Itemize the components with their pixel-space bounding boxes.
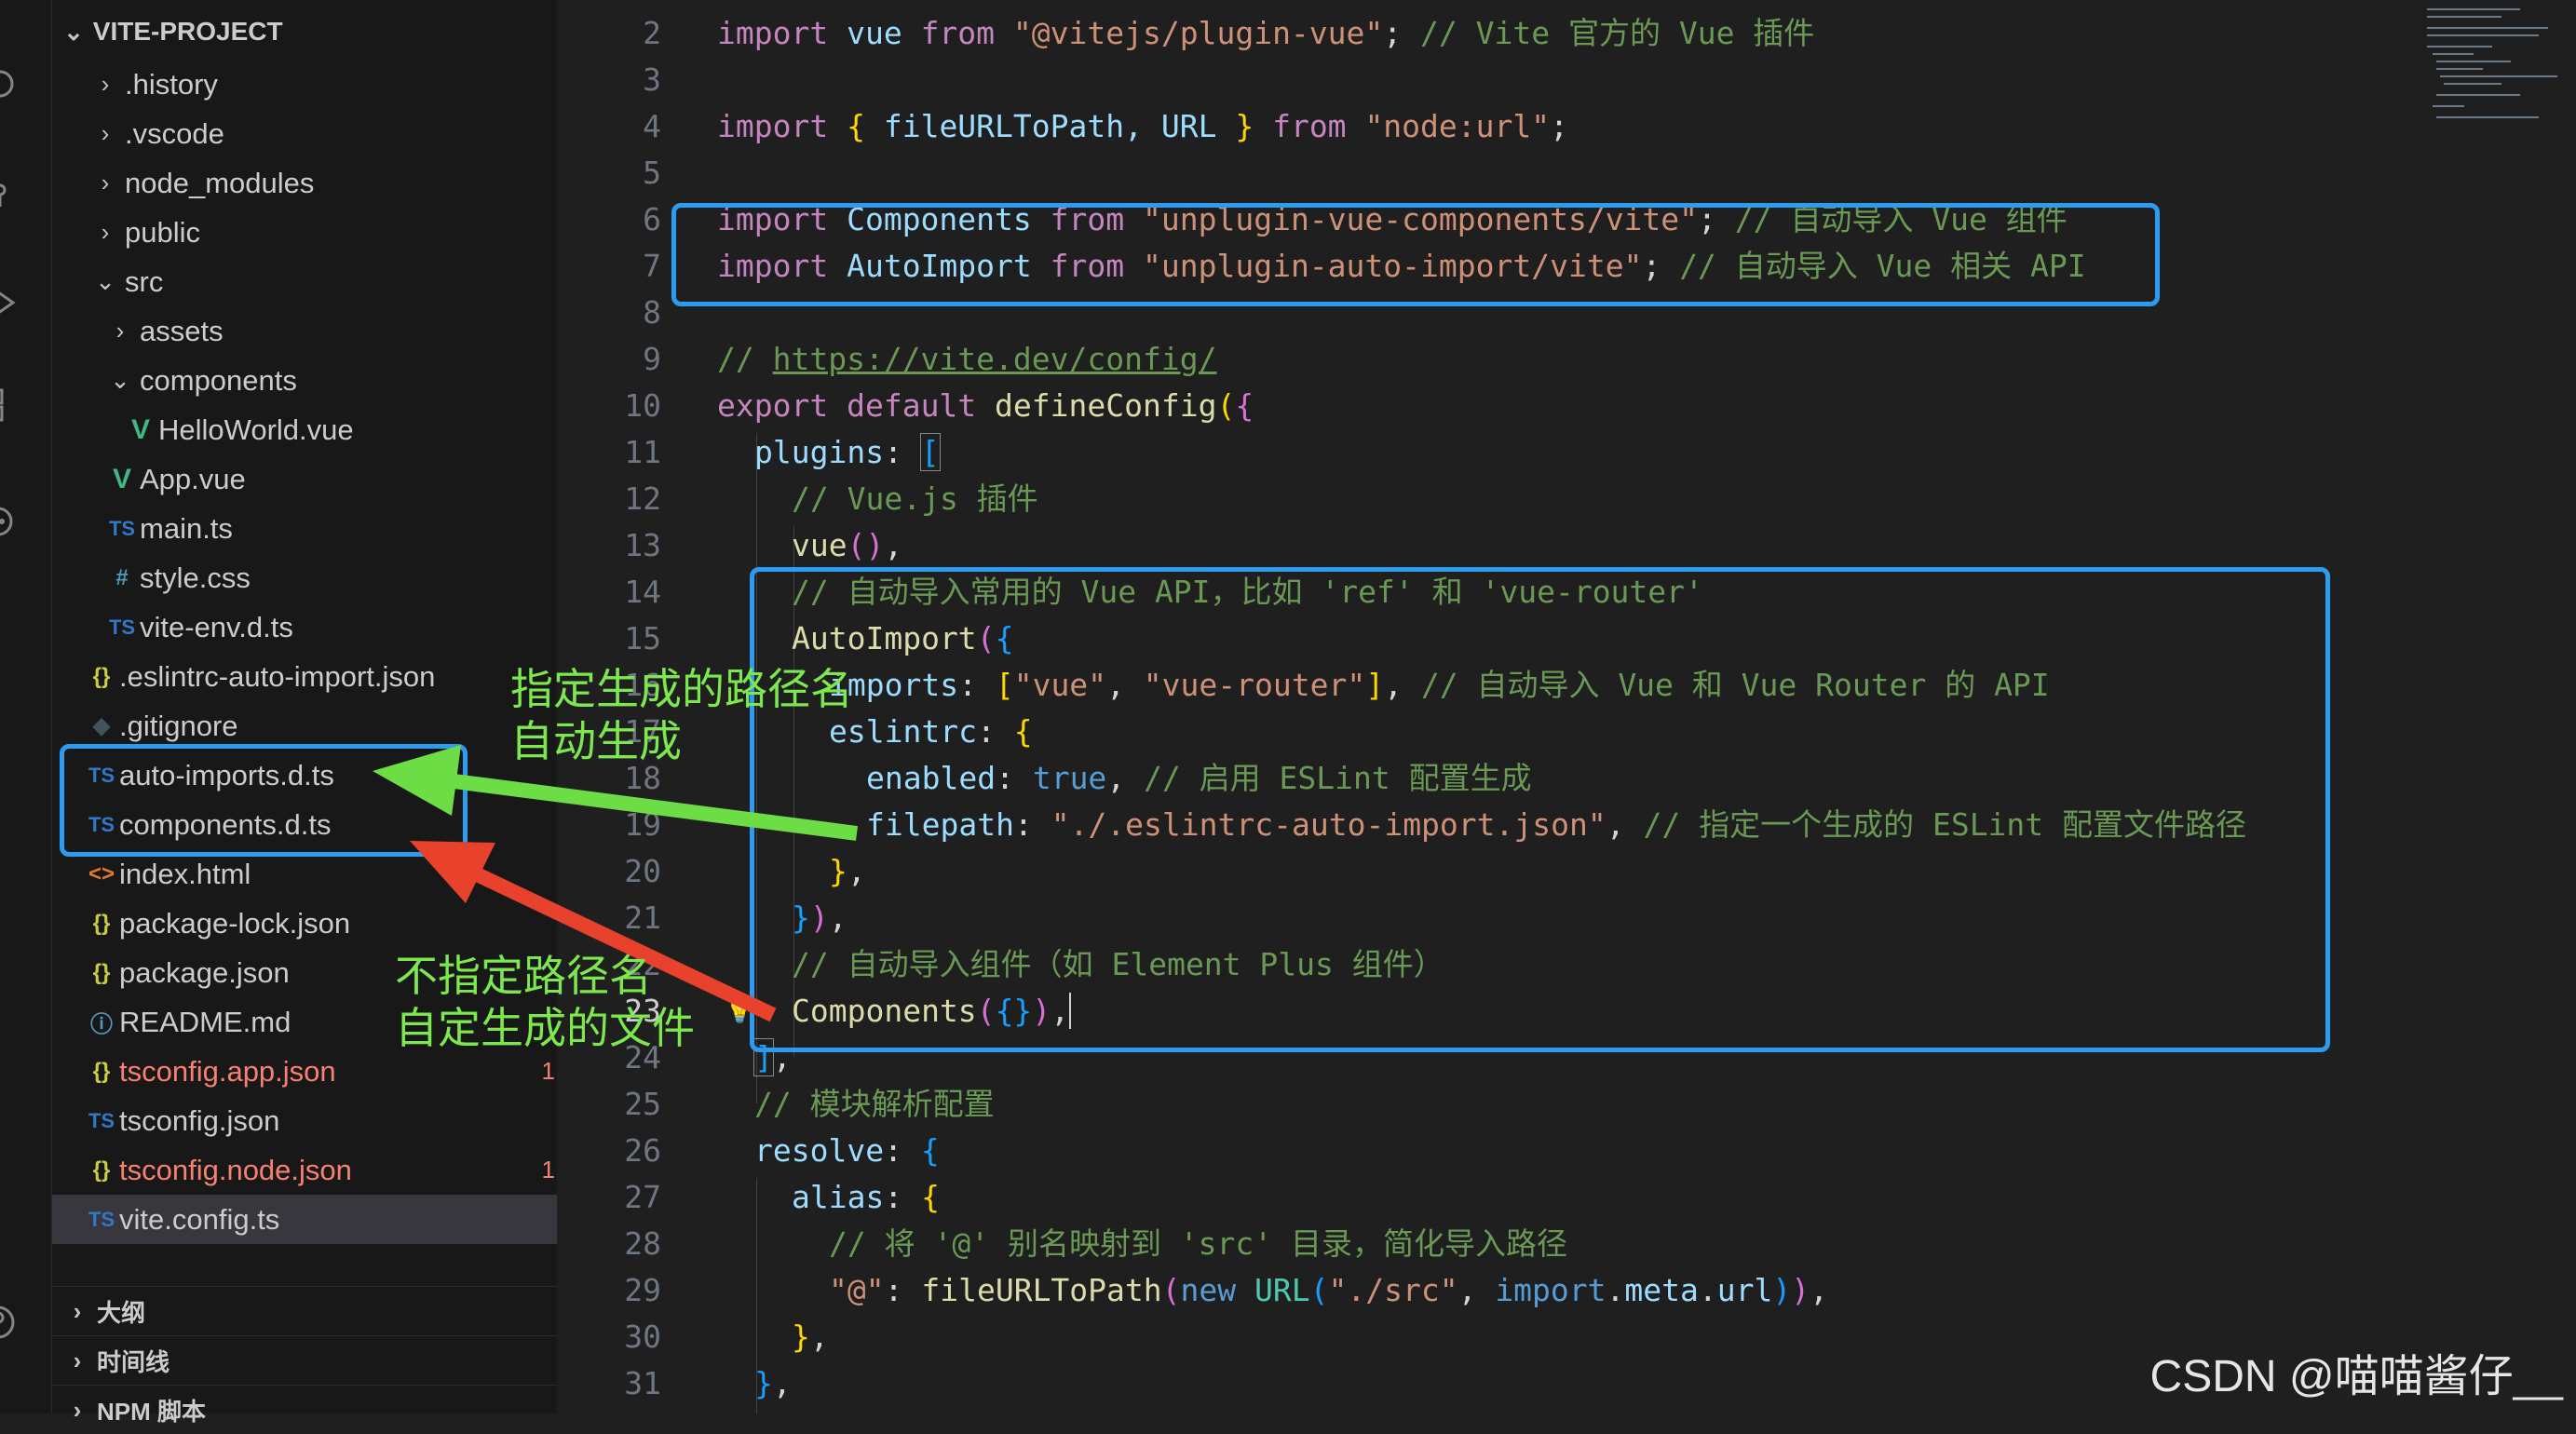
green-arrow	[445, 773, 859, 841]
annotation-line: 自动生成	[510, 717, 682, 765]
annotation-arrows	[373, 745, 859, 1022]
red-annotation: 不指定路径名 自定生成的文件	[395, 950, 695, 1054]
annotation-line: 不指定路径名	[395, 952, 652, 1000]
green-arrow-head	[373, 745, 461, 816]
green-annotation: 指定生成的路径名 自动生成	[510, 663, 853, 767]
annotation-line: 自定生成的文件	[395, 1004, 695, 1052]
annotation-line: 指定生成的路径名	[510, 665, 853, 713]
watermark: CSDN @喵喵酱仔__	[2149, 1352, 2563, 1401]
